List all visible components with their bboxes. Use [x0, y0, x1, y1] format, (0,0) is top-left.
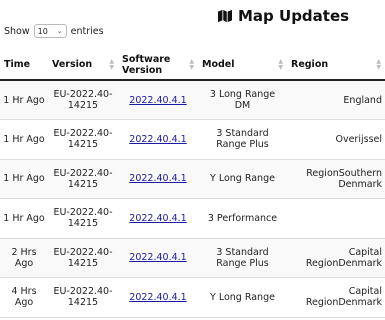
- sort-icon: ▲ ▼: [278, 57, 283, 71]
- page-title-text: Map Updates: [238, 7, 350, 25]
- entries-label: entries: [70, 25, 104, 37]
- cell-time: 1 Hr Ago: [0, 80, 48, 120]
- software-version-link[interactable]: 2022.40.4.1: [129, 134, 186, 145]
- map-icon: [218, 9, 232, 23]
- cell-software-version: 2022.40.4.1: [118, 80, 198, 120]
- page-title: Map Updates: [218, 7, 349, 25]
- cell-region: Capital RegionDenmark: [287, 277, 385, 318]
- software-version-link[interactable]: 2022.40.4.1: [129, 292, 186, 303]
- cell-region: Overijssel: [287, 119, 385, 160]
- show-label: Show: [4, 25, 30, 37]
- cell-model: Y Long Range: [198, 277, 287, 318]
- cell-version: EU-2022.40-14215: [48, 80, 118, 120]
- table-row: 2 Hrs Ago EU-2022.40-14215 2022.40.4.1 3…: [0, 238, 385, 278]
- column-header-time[interactable]: Time: [0, 50, 48, 81]
- sort-icon: ▲ ▼: [189, 57, 194, 71]
- cell-software-version: 2022.40.4.1: [118, 277, 198, 318]
- sort-icon: ▲ ▼: [376, 57, 381, 71]
- entries-select-value: 10: [37, 26, 48, 36]
- software-version-link[interactable]: 2022.40.4.1: [129, 173, 186, 184]
- cell-version: EU-2022.40-14215: [48, 119, 118, 160]
- cell-time: 4 Hrs Ago: [0, 277, 48, 318]
- cell-model: 3 Long Range DM: [198, 80, 287, 120]
- column-header-region[interactable]: Region ▲ ▼: [287, 50, 385, 81]
- sort-icon: ▲ ▼: [109, 57, 114, 71]
- cell-model: 3 Standard Range Plus: [198, 119, 287, 160]
- cell-software-version: 2022.40.4.1: [118, 119, 198, 160]
- software-version-link[interactable]: 2022.40.4.1: [129, 252, 186, 263]
- cell-version: EU-2022.40-14215: [48, 238, 118, 278]
- cell-time: 1 Hr Ago: [0, 198, 48, 239]
- table-row: 1 Hr Ago EU-2022.40-14215 2022.40.4.1 Y …: [0, 159, 385, 199]
- cell-model: Y Long Range: [198, 159, 287, 199]
- cell-time: 1 Hr Ago: [0, 159, 48, 199]
- column-header-software-version[interactable]: Software Version ▲ ▼: [118, 50, 198, 81]
- column-header-version[interactable]: Version ▲ ▼: [48, 50, 118, 81]
- table-row: 1 Hr Ago EU-2022.40-14215 2022.40.4.1 3 …: [0, 80, 385, 120]
- software-version-link[interactable]: 2022.40.4.1: [129, 213, 186, 224]
- cell-version: EU-2022.40-14215: [48, 198, 118, 239]
- column-header-model[interactable]: Model ▲ ▼: [198, 50, 287, 81]
- cell-software-version: 2022.40.4.1: [118, 238, 198, 278]
- cell-region: [287, 198, 385, 239]
- cell-region: RegionSouthern Denmark: [287, 159, 385, 199]
- table-row: 4 Hrs Ago EU-2022.40-14215 2022.40.4.1 Y…: [0, 277, 385, 318]
- map-updates-table: Time Version ▲ ▼ Software Version ▲ ▼ Model ▲…: [0, 50, 385, 318]
- table-row: 1 Hr Ago EU-2022.40-14215 2022.40.4.1 3 …: [0, 119, 385, 160]
- cell-model: 3 Performance: [198, 198, 287, 239]
- cell-software-version: 2022.40.4.1: [118, 198, 198, 239]
- chevron-down-icon: ⌄: [56, 27, 63, 35]
- cell-region: Capital RegionDenmark: [287, 238, 385, 278]
- cell-version: EU-2022.40-14215: [48, 277, 118, 318]
- table-row: 1 Hr Ago EU-2022.40-14215 2022.40.4.1 3 …: [0, 198, 385, 239]
- cell-model: 3 Standard Range Plus: [198, 238, 287, 278]
- software-version-link[interactable]: 2022.40.4.1: [129, 95, 186, 106]
- cell-software-version: 2022.40.4.1: [118, 159, 198, 199]
- cell-time: 1 Hr Ago: [0, 119, 48, 160]
- table-header-row: Time Version ▲ ▼ Software Version ▲ ▼ Model ▲…: [0, 50, 385, 81]
- cell-time: 2 Hrs Ago: [0, 238, 48, 278]
- entries-length-control: Show 10 ⌄ entries: [4, 24, 104, 38]
- entries-select[interactable]: 10 ⌄: [33, 24, 67, 38]
- cell-version: EU-2022.40-14215: [48, 159, 118, 199]
- cell-region: England: [287, 80, 385, 120]
